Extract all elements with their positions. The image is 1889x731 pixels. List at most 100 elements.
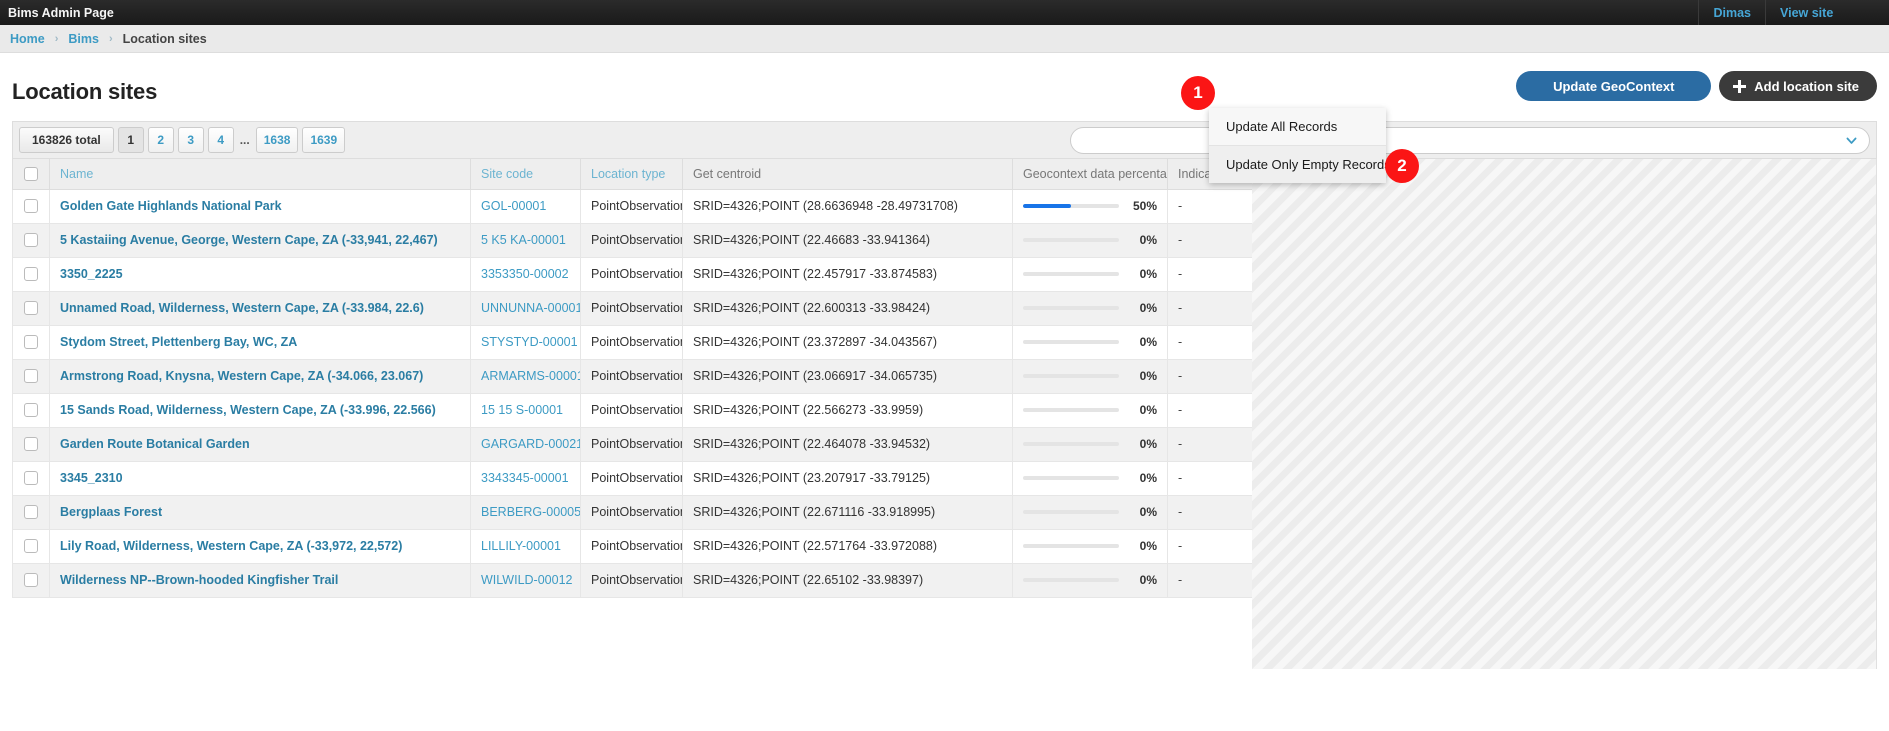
page-header: Location sites Update GeoContext Add loc… [0,53,1889,105]
chevron-right-icon: › [54,32,59,45]
cell-name: Wilderness NP--Brown-hooded Kingfisher T… [49,562,471,598]
percentage-label: 0% [1139,335,1157,349]
row-checkbox[interactable] [24,573,38,588]
page-button-4[interactable]: 4 [207,127,234,153]
cell-geocontext-percentage: 0% [1012,528,1168,564]
row-checkbox[interactable] [24,335,38,350]
percentage-label: 0% [1139,471,1157,485]
site-code-link[interactable]: 3353350-00002 [481,267,569,281]
site-code-link[interactable]: 3343345-00001 [481,471,569,485]
column-header-site-code[interactable]: Site code [470,159,581,190]
dropdown-item-update-only-empty-records[interactable]: Update Only Empty Records [1209,145,1391,183]
row-checkbox[interactable] [24,437,38,452]
site-code-link[interactable]: BERBERG-00005 [481,505,580,519]
row-checkbox[interactable] [24,301,38,316]
column-header-name[interactable]: Name [49,159,471,190]
row-checkbox[interactable] [24,199,38,214]
cell-site-code: GOL-00001 [470,188,581,224]
cell-indicator: - [1167,494,1253,530]
page-button-1638[interactable]: 1638 [255,127,299,153]
page-button-1639[interactable]: 1639 [302,127,346,153]
table-row: 3345_2310 3343345-00001 PointObservation SR… [12,460,1253,496]
row-select-cell [12,528,50,564]
cell-centroid: SRID=4326;POINT (22.65102 -33.98397) [682,562,1013,598]
cell-centroid: SRID=4326;POINT (23.207917 -33.79125) [682,460,1013,496]
cell-indicator: - [1167,562,1253,598]
site-code-link[interactable]: 15 15 S-00001 [481,403,563,417]
site-name-link[interactable]: Unnamed Road, Wilderness, Western Cape, … [60,301,424,315]
site-name-link[interactable]: 15 Sands Road, Wilderness, Western Cape,… [60,403,436,417]
progress-bar [1023,442,1119,446]
row-checkbox[interactable] [24,539,38,554]
row-select-cell [12,290,50,326]
row-select-cell [12,392,50,428]
row-select-cell [12,562,50,598]
cell-name: Unnamed Road, Wilderness, Western Cape, … [49,290,471,326]
cell-location-type: PointObservation [580,392,683,428]
page-button-1[interactable]: 1 [117,127,144,153]
site-code-link[interactable]: GOL-00001 [481,199,546,213]
page-button-2[interactable]: 2 [147,127,174,153]
percentage-label: 0% [1139,437,1157,451]
table-header: Name Site code Location type Get centroi… [12,159,1253,190]
update-geocontext-dropdown: Update All Records Update Only Empty Rec… [1209,108,1391,183]
cell-indicator: - [1167,290,1253,326]
site-name-link[interactable]: 3345_2310 [60,471,123,485]
percentage-label: 0% [1139,505,1157,519]
page-button-3[interactable]: 3 [177,127,204,153]
cell-name: Garden Route Botanical Garden [49,426,471,462]
row-checkbox[interactable] [24,403,38,418]
site-name-link[interactable]: Armstrong Road, Knysna, Western Cape, ZA… [60,369,423,383]
cell-centroid: SRID=4326;POINT (22.46683 -33.941364) [682,222,1013,258]
user-link[interactable]: Dimas [1713,6,1751,20]
select-all-checkbox[interactable] [24,167,38,182]
site-name-link[interactable]: 3350_2225 [60,267,123,281]
cell-location-type: PointObservation [580,256,683,292]
site-code-link[interactable]: 5 K5 KA-00001 [481,233,566,247]
dropdown-item-update-all-records[interactable]: Update All Records [1209,108,1386,145]
row-checkbox[interactable] [24,471,38,486]
cell-site-code: LILLILY-00001 [470,528,581,564]
breadcrumb: Home › Bims › Location sites [0,25,1889,53]
site-code-link[interactable]: STYSTYD-00001 [481,335,578,349]
progress-bar [1023,544,1119,548]
percentage-label: 0% [1139,233,1157,247]
update-geocontext-button[interactable]: Update GeoContext [1516,71,1712,101]
site-code-link[interactable]: UNNUNNA-00001 [481,301,580,315]
site-code-link[interactable]: WILWILD-00012 [481,573,572,587]
row-checkbox[interactable] [24,369,38,384]
cell-site-code: ARMARMS-00001 [470,358,581,394]
view-site-link[interactable]: View site [1780,6,1833,20]
site-name-link[interactable]: Lily Road, Wilderness, Western Cape, ZA … [60,539,402,553]
row-checkbox[interactable] [24,267,38,282]
table-toolbar: 163826 total 1 2 3 4 ... 1638 1639 [12,121,1877,159]
site-code-link[interactable]: GARGARD-00021 [481,437,580,451]
site-name-link[interactable]: Garden Route Botanical Garden [60,437,250,451]
cell-geocontext-percentage: 0% [1012,324,1168,360]
table-row: 3350_2225 3353350-00002 PointObservation SR… [12,256,1253,292]
row-checkbox[interactable] [24,505,38,520]
site-name-link[interactable]: Stydom Street, Plettenberg Bay, WC, ZA [60,335,297,349]
row-checkbox[interactable] [24,233,38,248]
breadcrumb-home[interactable]: Home [10,32,45,46]
site-code-link[interactable]: ARMARMS-00001 [481,369,580,383]
site-name-link[interactable]: Wilderness NP--Brown-hooded Kingfisher T… [60,573,338,587]
row-select-cell [12,324,50,360]
cell-geocontext-percentage: 0% [1012,290,1168,326]
site-name-link[interactable]: Golden Gate Highlands National Park [60,199,282,213]
add-location-site-button[interactable]: Add location site [1719,71,1877,101]
cell-geocontext-percentage: 0% [1012,358,1168,394]
cell-geocontext-percentage: 0% [1012,562,1168,598]
site-code-link[interactable]: LILLILY-00001 [481,539,561,553]
cell-centroid: SRID=4326;POINT (22.600313 -33.98424) [682,290,1013,326]
cell-location-type: PointObservation [580,426,683,462]
search-input[interactable] [1070,127,1870,154]
cell-geocontext-percentage: 0% [1012,222,1168,258]
admin-user-block: Dimas [1698,0,1765,25]
site-name-link[interactable]: 5 Kastaiing Avenue, George, Western Cape… [60,233,438,247]
cell-geocontext-percentage: 0% [1012,256,1168,292]
row-select-cell [12,256,50,292]
column-header-location-type[interactable]: Location type [580,159,683,190]
site-name-link[interactable]: Bergplaas Forest [60,505,162,519]
breadcrumb-bims[interactable]: Bims [68,32,99,46]
